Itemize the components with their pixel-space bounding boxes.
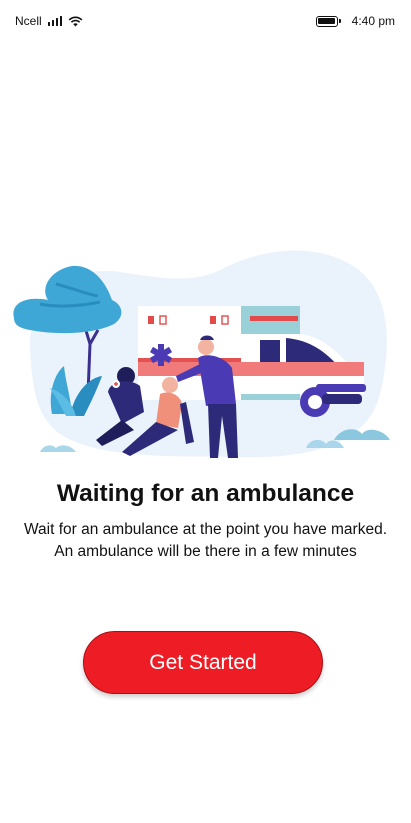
paramedics-ambulance-illustration: [13, 250, 390, 458]
status-bar: Ncell 4:40 pm: [0, 0, 411, 42]
status-time: 4:40 pm: [351, 14, 395, 28]
carrier-name: Ncell: [15, 14, 42, 28]
description-line-2: An ambulance will be there in a few minu…: [54, 543, 357, 560]
signal-icon: [47, 16, 63, 26]
wifi-icon: [68, 16, 83, 26]
status-right: 4:40 pm: [315, 14, 395, 28]
description-line-1: Wait for an ambulance at the point you h…: [23, 521, 388, 538]
page-title: Waiting for an ambulance: [56, 480, 355, 507]
battery-icon: [315, 15, 341, 27]
get-started-button[interactable]: Get Started: [83, 631, 323, 694]
page-description: Wait for an ambulance at the point you h…: [8, 519, 403, 563]
onboarding-screen: Ncell 4:40 pm Waiting for an ambulance W…: [0, 0, 411, 823]
status-left: Ncell: [15, 14, 83, 28]
